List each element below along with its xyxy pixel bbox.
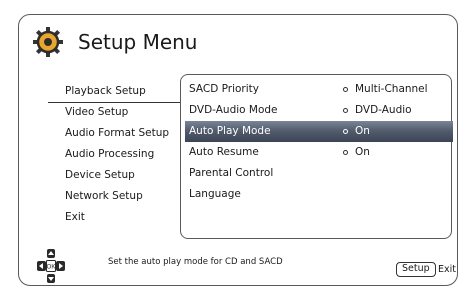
- navigation-pad-icon: OK: [37, 249, 65, 283]
- menu-item-audio-processing[interactable]: Audio Processing: [48, 145, 180, 166]
- menu-item-playback-setup[interactable]: Playback Setup: [48, 82, 180, 103]
- submenu-item-language[interactable]: Language: [189, 184, 453, 205]
- submenu-item-label: Auto Resume: [189, 146, 259, 158]
- submenu-item-value: Multi-Channel: [355, 83, 428, 95]
- exit-label: Exit: [438, 264, 456, 275]
- option-bullet-icon: [343, 150, 348, 155]
- submenu-item-dvd-audio-mode[interactable]: DVD-Audio Mode DVD-Audio: [189, 100, 453, 121]
- left-menu: Playback Setup Video Setup Audio Format …: [48, 82, 180, 229]
- submenu-item-sacd-priority[interactable]: SACD Priority Multi-Channel: [189, 79, 453, 100]
- option-bullet-icon: [343, 129, 348, 134]
- submenu-item-auto-play-mode[interactable]: Auto Play Mode On: [185, 121, 453, 142]
- submenu-panel: SACD Priority Multi-Channel DVD-Audio Mo…: [180, 74, 453, 239]
- menu-item-device-setup[interactable]: Device Setup: [48, 166, 180, 187]
- option-bullet-icon: [343, 108, 348, 113]
- submenu-item-label: DVD-Audio Mode: [189, 104, 278, 116]
- option-bullet-icon: [343, 87, 348, 92]
- submenu-item-value: On: [355, 125, 370, 137]
- submenu-item-value: DVD-Audio: [355, 104, 412, 116]
- submenu-item-label: SACD Priority: [189, 83, 259, 95]
- setup-button[interactable]: Setup: [396, 262, 436, 277]
- submenu-item-auto-resume[interactable]: Auto Resume On: [189, 142, 453, 163]
- menu-item-video-setup[interactable]: Video Setup: [48, 103, 180, 124]
- gear-icon: [32, 26, 64, 58]
- submenu-item-label: Auto Play Mode: [189, 125, 271, 137]
- nav-ok-label: OK: [47, 265, 56, 271]
- menu-item-exit[interactable]: Exit: [48, 208, 180, 229]
- header: Setup Menu: [32, 22, 197, 62]
- menu-item-network-setup[interactable]: Network Setup: [48, 187, 180, 208]
- help-text: Set the auto play mode for CD and SACD: [108, 257, 283, 267]
- submenu-item-value: On: [355, 146, 370, 158]
- submenu-item-label: Parental Control: [189, 167, 274, 179]
- page-title: Setup Menu: [78, 30, 198, 54]
- submenu-item-parental-control[interactable]: Parental Control: [189, 163, 453, 184]
- menu-item-audio-format-setup[interactable]: Audio Format Setup: [48, 124, 180, 145]
- submenu-item-label: Language: [189, 188, 241, 200]
